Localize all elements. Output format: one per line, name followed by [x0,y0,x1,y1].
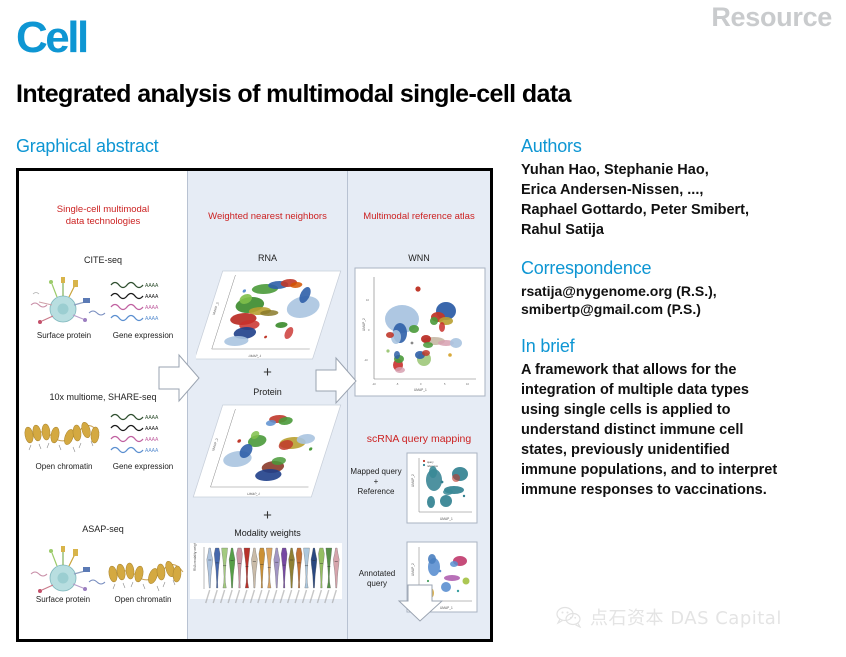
nucleosome-chromatin-icon [24,421,100,453]
tech-name-asap-seq: ASAP-seq [82,524,124,534]
panel1-title-line1: Single-cell multimodal [56,204,150,215]
author-line: Yuhan Hao, Stephanie Hao, [521,162,709,178]
correspondence-list: rsatija@nygenome.org (R.S.), smibertp@gm… [521,282,841,318]
svg-text:AAAA: AAAA [145,415,159,421]
arrow-right-1 [158,353,200,403]
wnn-umap-plot: UMAP_2 UMAP_1 -10 -5 0 5 10 10 0 -10 [354,267,486,397]
author-line: Rahul Satija [521,222,604,238]
author-line: Erica Andersen-Nissen, ..., [521,182,704,198]
arrow-right-2 [315,356,357,405]
svg-text:-10: -10 [364,358,368,362]
svg-text:AAAA: AAAA [145,426,159,432]
page-root: Resource Cell Integrated analysis of mul… [0,0,846,657]
journal-logo: Cell [16,13,89,62]
multiome-illustration: AAAA AAAA AAAA AAAA [24,413,159,454]
cite-seq-illustration: AAAA AAAA AAAA AAAA [30,277,159,324]
watermark: 点石资本 DAS Capital [556,604,782,630]
authors-heading: Authors [521,136,582,156]
svg-text:query: query [427,460,434,464]
svg-text:AAAA: AAAA [145,294,159,300]
svg-text:UMAP_2: UMAP_2 [411,474,415,487]
svg-text:RNA modality weight: RNA modality weight [193,543,197,571]
svg-text:AAAA: AAAA [145,283,159,289]
protein-umap-plot: UMAP_2 UMAP_1 [192,404,342,498]
caption-open-chromatin: Open chromatin [35,462,93,471]
in-brief-text: A framework that allows for the integrat… [521,362,778,498]
svg-text:-10: -10 [372,382,376,386]
authors-block: Authors Yuhan Hao, Stephanie Hao, Erica … [521,136,841,240]
arrow-down-1 [397,584,443,622]
caption-surface-protein-2: Surface protein [35,595,91,604]
tech-name-cite-seq: CITE-seq [83,255,122,265]
svg-text:UMAP_1: UMAP_1 [248,354,262,358]
graphical-abstract-heading: Graphical abstract [16,136,159,156]
watermark-text: 点石资本 DAS Capital [590,608,782,629]
mapped-query-line2: + [373,477,379,486]
graphical-abstract-figure: Single-cell multimodal data technologies… [16,168,493,642]
wechat-icon [556,606,582,628]
rna-umap-plot: UMAP_2 UMAP_1 [196,270,342,360]
svg-text:UMAP_1: UMAP_1 [440,517,453,521]
cell-surface-protein-icon [30,277,106,324]
panel2-title: Weighted nearest neighbors [208,211,327,222]
svg-text:UMAP_1: UMAP_1 [414,388,427,392]
correspondence-email[interactable]: smibertp@gmail.com (P.S.) [521,300,841,318]
in-brief-block: In brief A framework that allows for the… [521,336,841,500]
mapped-query-plot: UMAP_2 UMAP_1 query reference [406,452,478,524]
modality-weights-violin-chart: RNA modality weight [190,543,342,604]
caption-surface-protein: Surface protein [36,331,92,340]
plot-label-modality-weights: Modality weights [234,528,301,538]
svg-text:UMAP_2: UMAP_2 [362,318,366,331]
nucleosome-chromatin-icon [108,560,184,592]
caption-open-chromatin-2: Open chromatin [114,595,172,604]
mapped-query-line1: Mapped query [350,467,402,476]
svg-text:UMAP_1: UMAP_1 [247,492,261,496]
panel3-title: Multimodal reference atlas [363,211,475,222]
asap-seq-illustration [30,546,184,593]
in-brief-heading: In brief [521,336,575,356]
plot-label-wnn: WNN [408,253,430,263]
right-column: Authors Yuhan Hao, Stephanie Hao, Erica … [521,136,841,518]
caption-gene-expression-2: Gene expression [112,462,174,471]
mapped-query-line3: Reference [357,487,395,496]
plus-symbol-2: + [263,507,272,524]
correspondence-block: Correspondence rsatija@nygenome.org (R.S… [521,258,841,318]
article-type-label: Resource [711,2,832,32]
svg-text:UMAP_2: UMAP_2 [411,563,415,576]
svg-text:AAAA: AAAA [145,316,159,322]
author-line: Raphael Gottardo, Peter Smibert, [521,202,750,218]
correspondence-heading: Correspondence [521,258,652,278]
cell-surface-protein-icon [30,546,106,593]
panel1-title: Single-cell multimodal data technologies [19,204,187,228]
correspondence-email[interactable]: rsatija@nygenome.org (R.S.), [521,282,841,300]
plot-label-rna: RNA [257,253,277,263]
svg-text:AAAA: AAAA [145,448,159,454]
page-title: Integrated analysis of multimodal single… [16,80,571,108]
svg-text:AAAA: AAAA [145,437,159,443]
query-mapping-title: scRNA query mapping [366,433,472,445]
mrna-strands-icon: AAAA AAAA AAAA AAAA [110,281,159,322]
mrna-strands-icon: AAAA AAAA AAAA AAAA [110,413,159,454]
panel-multimodal-reference-atlas: Multimodal reference atlas WNN UMAP_2 UM… [347,171,490,639]
caption-gene-expression: Gene expression [112,331,174,340]
svg-text:AAAA: AAAA [145,305,159,311]
panel1-title-line2: data technologies [65,216,141,227]
caption-mapped-query: Mapped query + Reference [348,467,404,497]
authors-list: Yuhan Hao, Stephanie Hao, Erica Andersen… [521,160,841,240]
